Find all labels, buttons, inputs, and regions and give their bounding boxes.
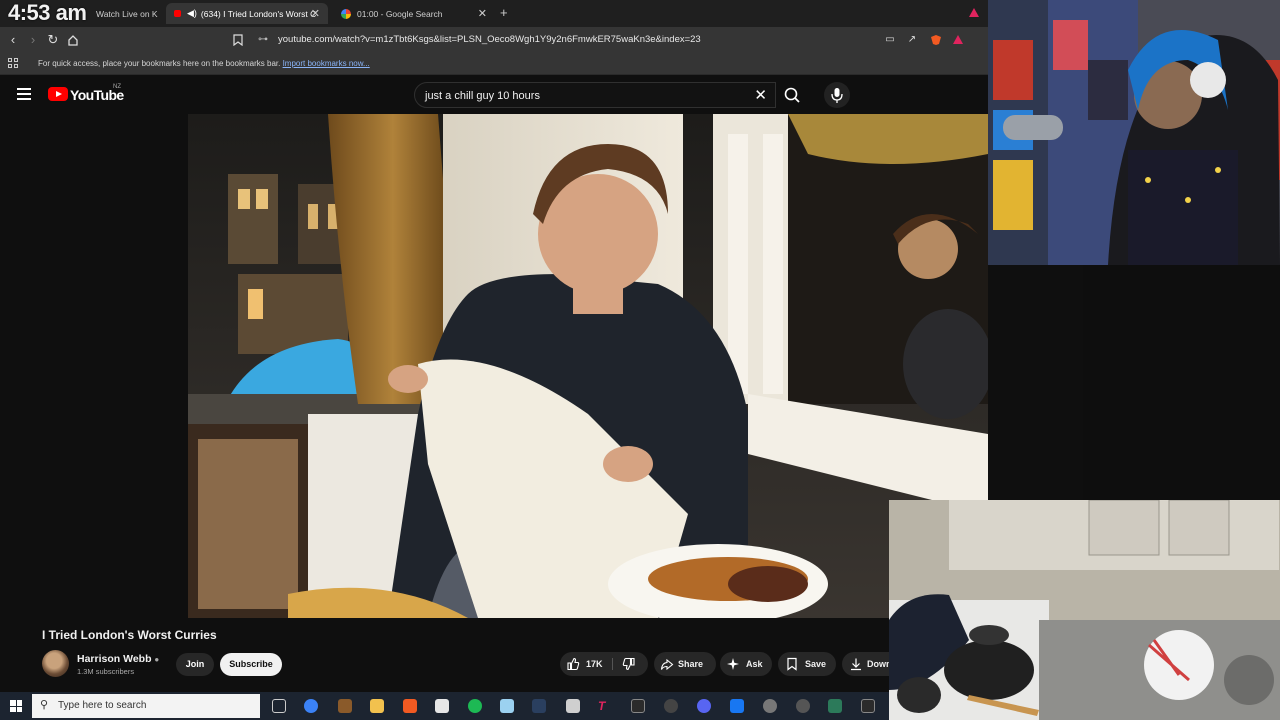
join-button[interactable]: Join [176,653,214,676]
rewards-icon[interactable] [950,32,966,48]
video-frame-image [188,114,988,618]
back-icon[interactable]: ‹ [5,32,21,48]
clear-search-icon[interactable]: ✕ [754,86,767,104]
tab-google-search[interactable]: 01:00 - Google Search ✕ [333,3,495,24]
url-text: youtube.com/watch?v=m1zTbt6Ksgs&list=PLS… [278,34,701,45]
download-icon [851,658,861,671]
channel-name[interactable]: Harrison Webb [77,653,151,665]
streamer-webcam [988,0,1280,265]
hamburger-menu-icon[interactable] [17,88,31,100]
steam-icon[interactable] [532,699,546,713]
app-icon[interactable] [796,699,810,713]
taskbar-search-icon: ⚲ [40,699,49,711]
spotify-icon[interactable] [468,699,482,713]
tab-youtube-video[interactable]: ◀) (634) I Tried London's Worst C ✕ [166,3,328,24]
channel-avatar[interactable] [42,650,69,677]
youtube-header: YouTube NZ just a chill guy 10 hours ✕ [0,76,988,114]
verified-icon: ● [154,655,160,664]
url-field[interactable]: ⊶ youtube.com/watch?v=m1zTbt6Ksgs&list=P… [252,30,972,50]
address-bar-row: ‹ › ↻ ⊶ youtube.com/watch?v=m1zTbt6Ksgs&… [0,27,988,53]
apps-grid-icon[interactable] [8,58,18,68]
stream-clock: 4:53 am [8,0,87,25]
tab-kick[interactable]: Watch Live on K [88,3,160,24]
google-favicon-icon [341,8,351,19]
task-view-icon[interactable] [272,699,286,713]
overlay-panel [1083,265,1280,500]
search-box[interactable]: just a chill guy 10 hours ✕ [414,82,776,108]
edge-icon[interactable] [304,699,318,713]
webcam-image [988,0,1280,265]
share-button[interactable]: Share [654,652,716,676]
epic-games-icon[interactable] [861,699,875,713]
bookmarks-bar: For quick access, place your bookmarks h… [0,53,988,75]
bookmarks-message: For quick access, place your bookmarks h… [38,59,281,68]
subscribe-button[interactable]: Subscribe [220,653,282,676]
app-icon[interactable] [500,699,514,713]
like-dislike-group: 17K [560,652,648,676]
ask-button[interactable]: Ask [720,652,772,676]
like-icon[interactable] [566,657,580,671]
video-title: I Tried London's Worst Curries [42,628,217,642]
app-icon[interactable] [828,699,842,713]
site-info-icon[interactable]: ⊶ [258,30,268,50]
save-label: Save [805,659,827,669]
close-tab-icon[interactable]: ✕ [311,7,320,20]
channel-name-row[interactable]: Harrison Webb ● [77,653,159,665]
app-icon[interactable] [763,699,777,713]
taskbar-search-box[interactable]: ⚲ Type here to search [32,694,260,718]
import-bookmarks-link[interactable]: Import bookmarks now... [283,59,370,68]
search-button[interactable] [776,82,808,108]
search-input[interactable]: just a chill guy 10 hours [425,90,540,102]
speaker-icon: ◀) [187,8,197,18]
download-label: Down [867,659,892,669]
bookmark-save-icon [787,657,797,671]
cooking-webcam [889,500,1280,720]
video-player[interactable] [188,114,988,618]
microphone-icon [831,88,843,103]
divider [612,658,613,670]
tab-label: Watch Live on K [96,8,158,19]
close-tab-icon[interactable]: ✕ [478,7,487,20]
forward-icon[interactable]: › [25,32,41,48]
subscriber-count: 1.3M subscribers [77,667,135,676]
cast-icon[interactable]: ▭ [882,32,898,48]
bookmarks-hint: For quick access, place your bookmarks h… [38,59,370,68]
taskbar-search-input[interactable]: Type here to search [58,700,146,711]
share-label: Share [678,659,704,669]
ask-label: Ask [746,659,763,669]
home-icon[interactable] [65,32,81,48]
save-button[interactable]: Save [778,652,836,676]
app-icon[interactable] [566,699,580,713]
youtube-logo-icon[interactable] [48,87,68,101]
brave-icon[interactable] [403,699,417,713]
app-icon[interactable] [338,699,352,713]
tab-label: (634) I Tried London's Worst C [200,8,317,19]
brave-shield-icon[interactable] [928,32,944,48]
dislike-icon[interactable] [622,657,636,671]
region-code: NZ [113,84,121,90]
bookmark-icon[interactable] [230,32,246,48]
share-page-icon[interactable]: ↗ [904,32,920,48]
app-icon[interactable] [664,699,678,713]
youtube-favicon-icon [174,10,181,17]
app-icon[interactable] [435,699,449,713]
discord-icon[interactable] [697,699,711,713]
tab-label: 01:00 - Google Search [357,8,443,19]
facebook-icon[interactable] [730,699,744,713]
share-icon [660,658,674,671]
search-icon [784,87,800,103]
app-icon[interactable]: T [598,699,612,713]
kitchen-cam-image [889,500,1280,720]
new-tab-button[interactable]: + [500,5,508,20]
window-control-icon[interactable] [968,6,980,18]
voice-search-button[interactable] [824,82,850,108]
epic-games-icon[interactable] [631,699,645,713]
file-explorer-icon[interactable] [370,699,384,713]
like-count[interactable]: 17K [586,652,603,676]
windows-start-icon[interactable] [10,700,22,712]
sparkle-icon [727,658,739,670]
reload-icon[interactable]: ↻ [45,32,61,48]
browser-tab-bar: Watch Live on K ◀) (634) I Tried London'… [0,0,988,27]
